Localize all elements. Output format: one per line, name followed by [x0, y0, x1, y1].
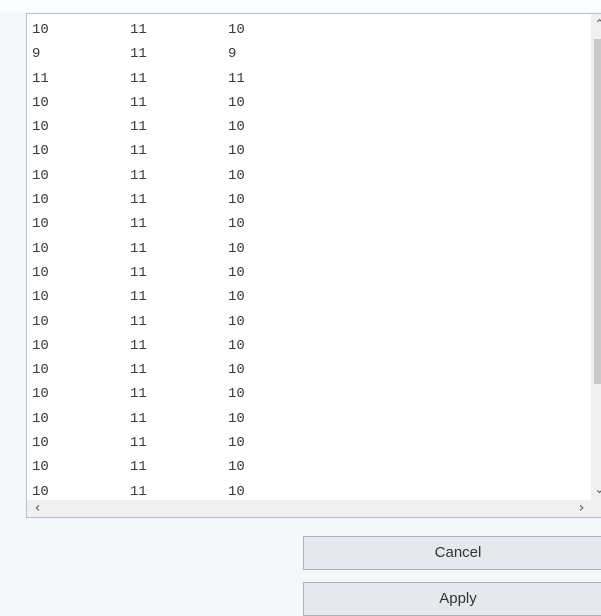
vertical-scrollbar[interactable]: ⌃ ⌄: [591, 14, 601, 500]
text-line: 10 11 10: [32, 358, 590, 382]
text-line-value: 11: [228, 70, 245, 87]
vertical-scroll-thumb[interactable]: [594, 39, 601, 384]
text-line-value: 11: [130, 459, 147, 476]
text-line-value: 10: [228, 240, 245, 257]
text-line-value: 10: [32, 192, 49, 209]
text-line: 10 11 10: [32, 334, 590, 358]
text-line-value: 10: [32, 386, 49, 403]
text-line-value: 11: [130, 22, 147, 38]
text-line-value: 10: [228, 435, 245, 452]
text-line-value: 10: [228, 337, 245, 354]
text-line-value: 10: [32, 435, 49, 452]
top-band: [0, 0, 601, 12]
text-line-value: 10: [32, 337, 49, 354]
text-line: 10 11 10: [32, 455, 590, 479]
text-line-value: 10: [228, 22, 245, 38]
text-line-value: 11: [130, 192, 147, 209]
text-line: 9 11 9: [32, 42, 590, 66]
text-line-value: 10: [228, 289, 245, 306]
text-line-value: 10: [228, 143, 245, 160]
text-line: 10 11 10: [32, 18, 590, 42]
text-line: 10 11 10: [32, 431, 590, 455]
scroll-down-icon[interactable]: ⌄: [591, 481, 601, 498]
text-line: 10 11 10: [32, 261, 590, 285]
text-line-value: 11: [130, 483, 147, 499]
text-line: 10 11 10: [32, 91, 590, 115]
text-line-value: 10: [228, 216, 245, 233]
text-line-value: 10: [228, 313, 245, 330]
text-line-value: 11: [130, 386, 147, 403]
text-lines[interactable]: 10 11 10 9 11 9 11 11 11 10 11 10 10 11 10 10 11 10 10 11 10…: [32, 18, 590, 499]
text-line-value: 10: [228, 167, 245, 184]
text-line: 10 11 10: [32, 382, 590, 406]
text-line-value: 10: [32, 143, 49, 160]
scroll-right-icon[interactable]: ›: [573, 500, 590, 517]
text-line-value: 11: [130, 143, 147, 160]
scroll-left-icon[interactable]: ‹: [29, 500, 46, 517]
text-line-value: 10: [32, 362, 49, 379]
text-line: 10 11 10: [32, 212, 590, 236]
apply-button[interactable]: Apply: [303, 582, 601, 616]
text-line-value: 10: [32, 483, 49, 499]
text-line: 10 11 10: [32, 310, 590, 334]
text-line-value: 9: [32, 46, 41, 63]
text-line: 10 11 10: [32, 480, 590, 499]
text-line-value: 10: [228, 362, 245, 379]
text-line-value: 11: [130, 264, 147, 281]
text-line-value: 11: [130, 410, 147, 427]
text-line: 10 11 10: [32, 115, 590, 139]
text-line-value: 10: [32, 240, 49, 257]
text-line-value: 11: [130, 240, 147, 257]
text-line-value: 11: [32, 70, 49, 87]
text-line: 10 11 10: [32, 407, 590, 431]
text-line-value: 10: [32, 94, 49, 111]
text-line-value: 10: [228, 119, 245, 136]
text-line-value: 11: [130, 289, 147, 306]
text-line-value: 10: [32, 313, 49, 330]
text-line-value: 11: [130, 435, 147, 452]
text-line-value: 10: [32, 22, 49, 38]
text-line-value: 10: [228, 192, 245, 209]
cancel-button[interactable]: Cancel: [303, 536, 601, 570]
text-line-value: 10: [228, 94, 245, 111]
text-line-value: 10: [32, 119, 49, 136]
text-line-value: 11: [130, 167, 147, 184]
text-line-value: 10: [32, 410, 49, 427]
text-line-value: 10: [32, 289, 49, 306]
text-line-value: 10: [228, 386, 245, 403]
text-line: 10 11 10: [32, 237, 590, 261]
text-line-value: 10: [32, 459, 49, 476]
text-line-value: 11: [130, 313, 147, 330]
text-line-value: 10: [228, 264, 245, 281]
text-line: 10 11 10: [32, 285, 590, 309]
text-line-value: 11: [130, 362, 147, 379]
text-line-value: 11: [130, 46, 147, 63]
text-line-value: 11: [130, 337, 147, 354]
text-line-value: 10: [228, 483, 245, 499]
data-text-view[interactable]: 10 11 10 9 11 9 11 11 11 10 11 10 10 11 10 10 11 10 10 11 10…: [26, 13, 601, 518]
text-line: 10 11 10: [32, 188, 590, 212]
text-line-value: 10: [228, 459, 245, 476]
text-line-value: 10: [32, 264, 49, 281]
text-line-value: 11: [130, 94, 147, 111]
text-line-value: 11: [130, 119, 147, 136]
text-line-value: 11: [130, 216, 147, 233]
text-line-value: 10: [32, 216, 49, 233]
text-line: 10 11 10: [32, 139, 590, 163]
scroll-up-icon[interactable]: ⌃: [591, 16, 601, 33]
text-line: 10 11 10: [32, 164, 590, 188]
horizontal-scrollbar[interactable]: ‹ ›: [27, 500, 601, 517]
text-line-value: 10: [32, 167, 49, 184]
text-line-value: 9: [228, 46, 237, 63]
text-line-value: 11: [130, 70, 147, 87]
text-line: 11 11 11: [32, 67, 590, 91]
text-line-value: 10: [228, 410, 245, 427]
